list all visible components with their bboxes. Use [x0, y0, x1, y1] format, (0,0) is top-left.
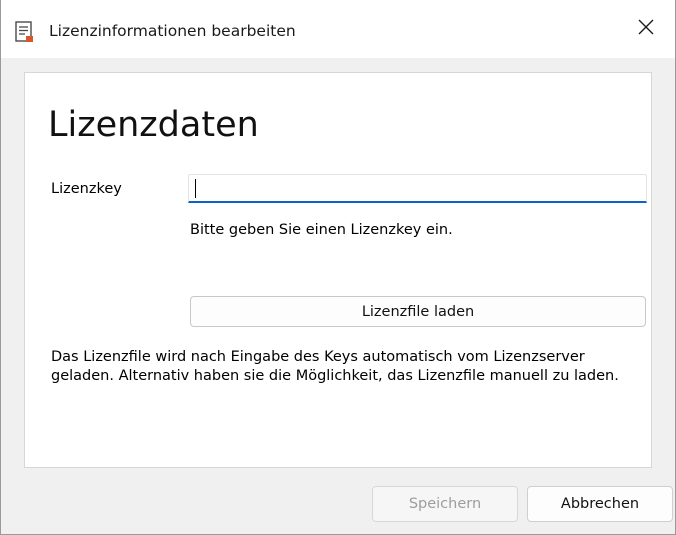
page-title: Lizenzdaten — [48, 105, 259, 145]
license-key-input[interactable] — [188, 174, 647, 203]
document-edit-icon — [13, 20, 37, 44]
dialog-window: Lizenzinformationen bearbeiten Lizenzdat… — [0, 0, 676, 535]
save-button[interactable]: Speichern — [372, 486, 518, 522]
close-button[interactable] — [617, 0, 675, 58]
text-caret — [195, 179, 196, 198]
window-title: Lizenzinformationen bearbeiten — [49, 22, 296, 40]
cancel-button[interactable]: Abbrechen — [527, 486, 673, 522]
load-license-file-button[interactable]: Lizenzfile laden — [190, 296, 646, 327]
close-icon — [638, 19, 654, 39]
license-key-label: Lizenzkey — [51, 181, 122, 197]
title-bar: Lizenzinformationen bearbeiten — [1, 0, 675, 58]
description-text: Das Lizenzfile wird nach Eingabe des Key… — [51, 349, 619, 384]
license-panel: Lizenzdaten Lizenzkey Bitte geben Sie ei… — [24, 72, 652, 468]
license-key-hint: Bitte geben Sie einen Lizenzkey ein. — [190, 222, 453, 238]
